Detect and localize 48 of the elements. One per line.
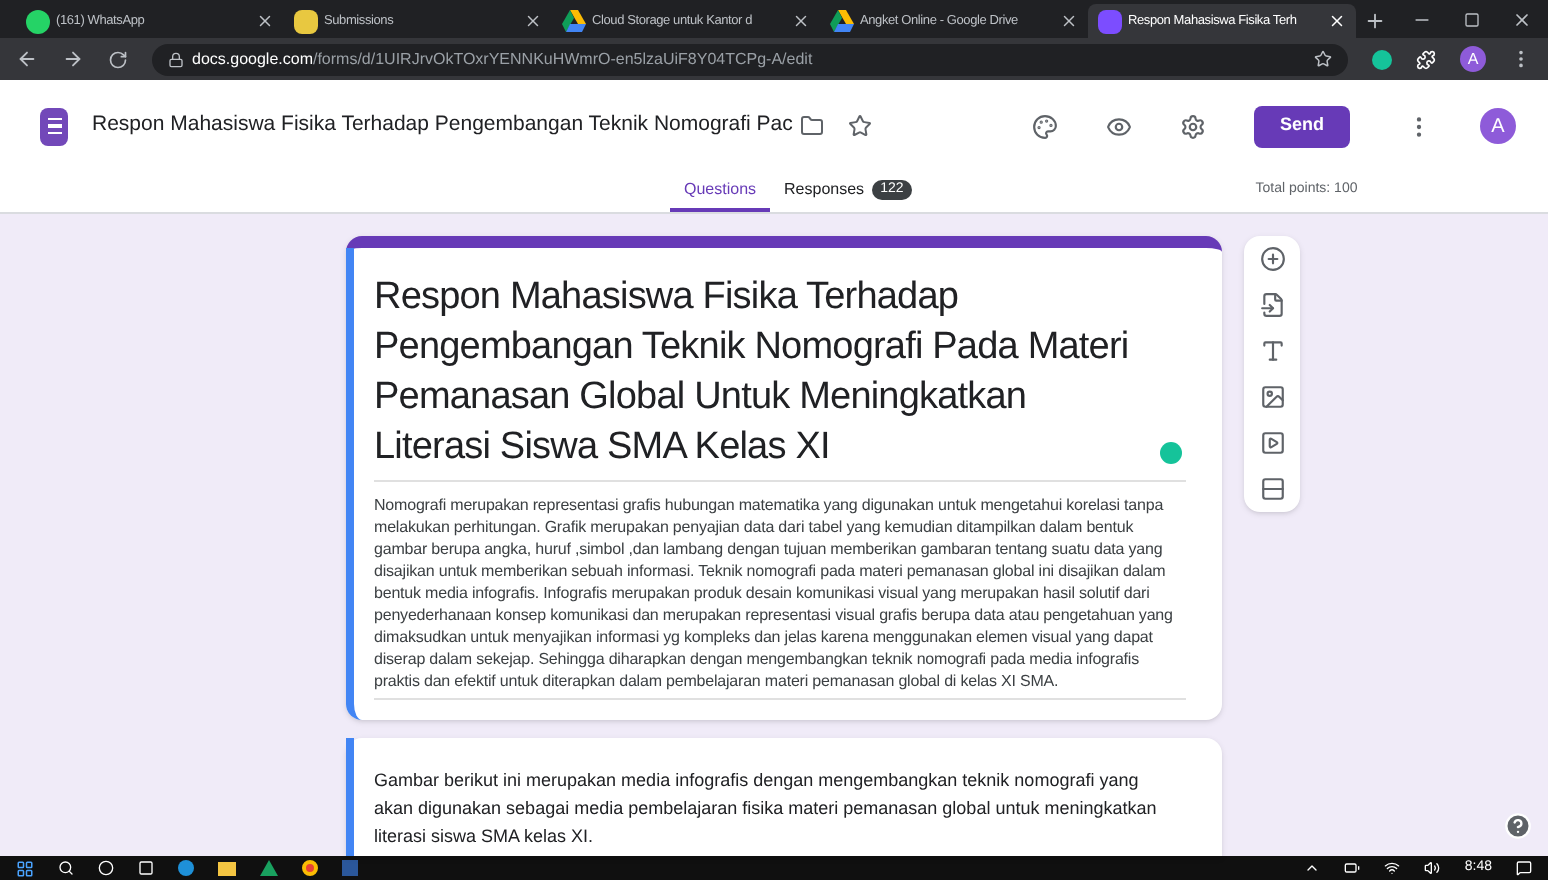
settings-icon[interactable] (1180, 113, 1206, 139)
close-icon[interactable] (792, 12, 810, 30)
task-view-icon[interactable] (138, 860, 154, 876)
section-text: Gambar berikut ini merupakan media infografis dengan mengembangkan teknik nomografi yang akan digunakan sebagai media pembelajaran fisika materi pemanasan global untuk meningkatkan literasi siswa SMA kelas XI. (374, 768, 1159, 850)
notification-icon[interactable] (1516, 860, 1532, 876)
close-icon[interactable] (524, 12, 542, 30)
text-icon[interactable] (1259, 338, 1285, 364)
send-button[interactable]: Send (1254, 105, 1350, 147)
start-icon[interactable] (16, 859, 34, 877)
preview-icon[interactable] (1106, 113, 1132, 139)
close-icon[interactable] (256, 12, 274, 30)
new-tab-icon[interactable] (1364, 10, 1386, 32)
tab-label: Questions (684, 178, 757, 202)
star-icon[interactable] (848, 114, 873, 138)
forms-logo-icon (40, 107, 68, 145)
puzzle-icon[interactable] (1416, 49, 1436, 69)
close-icon[interactable] (1512, 10, 1532, 30)
maximize-icon[interactable] (1464, 12, 1480, 28)
forward-icon[interactable] (62, 48, 84, 70)
account-avatar[interactable]: A (1480, 108, 1516, 144)
palette-icon[interactable] (1032, 113, 1058, 139)
volume-icon[interactable] (1424, 860, 1441, 876)
help-icon[interactable] (1504, 812, 1532, 840)
profile-avatar[interactable]: A (1460, 46, 1486, 72)
form-description: Nomografi merupakan representasi grafis hubungan matematika yang digunakan untuk mengetahui korelasi tanpa melakukan perhitungan. Grafik merupakan penyajian data dari tabel yang kemudian ditampilkan dalam bentuk gambar berupa angka, huruf ,simbol ,dan lambang dengan tujuan memberikan gambaran tentang suatu data yang disajikan untuk memberikan sebuah informasi. Teknik nomografi pada materi pemanasan global ini disajikan dalam bentuk media infografis. Infografis merupakan produk desain komunikasi visual yang merupakan hasil solutif dari penyederhanaan konsep komunikasi dan merupakan representasi visual grafis berupa data atau pengetahuan yang dimaksudkan untuk menyajikan informasi yg kompleks dan jelas karena menggunakan elemen visual yang dapat diserap dalam sekejap. Sehingga diharapkan dengan mengembangkan teknik nomografi pada media infografis praktis dan efektif untuk diterapkan dalam pembelajaran materi pemanasan global di kelas XI SMA. (374, 494, 1175, 692)
back-icon[interactable] (16, 48, 38, 70)
video-icon[interactable] (1259, 430, 1285, 456)
search-icon[interactable] (58, 860, 74, 876)
reload-icon[interactable] (108, 49, 128, 69)
url-field[interactable]: docs.google.com/forms/d/1UIRJrvOkTOxrYENNKuHWmrO-en5lzaUiF8Y04TCPg-A/edit (152, 43, 1348, 75)
tab-label: Responses (784, 178, 865, 202)
section-icon[interactable] (1259, 476, 1285, 502)
import-icon[interactable] (1259, 292, 1285, 318)
wifi-icon[interactable] (1384, 860, 1401, 876)
battery-icon[interactable] (1344, 860, 1361, 876)
lock-icon (168, 51, 184, 67)
url-domain: docs.google.com (192, 47, 313, 71)
add-question-icon[interactable] (1259, 246, 1285, 272)
caret-icon[interactable] (1304, 860, 1321, 876)
image-icon[interactable] (1259, 384, 1285, 410)
star-icon[interactable] (1314, 50, 1332, 68)
form-tab[interactable]: Questions (670, 172, 771, 212)
close-icon[interactable] (1060, 12, 1078, 30)
url-path: /forms/d/1UIRJrvOkTOxrYENNKuHWmrO-en5lzaUiF8Y04TCPg-A/edit (312, 47, 813, 71)
triangle-icon[interactable] (260, 860, 278, 876)
triangle-icon (562, 10, 586, 32)
triangle-icon (830, 10, 854, 32)
form-title[interactable]: Respon Mahasiswa Fisika Terhadap Pengembangan Teknik Nomografi Pac (92, 110, 793, 142)
